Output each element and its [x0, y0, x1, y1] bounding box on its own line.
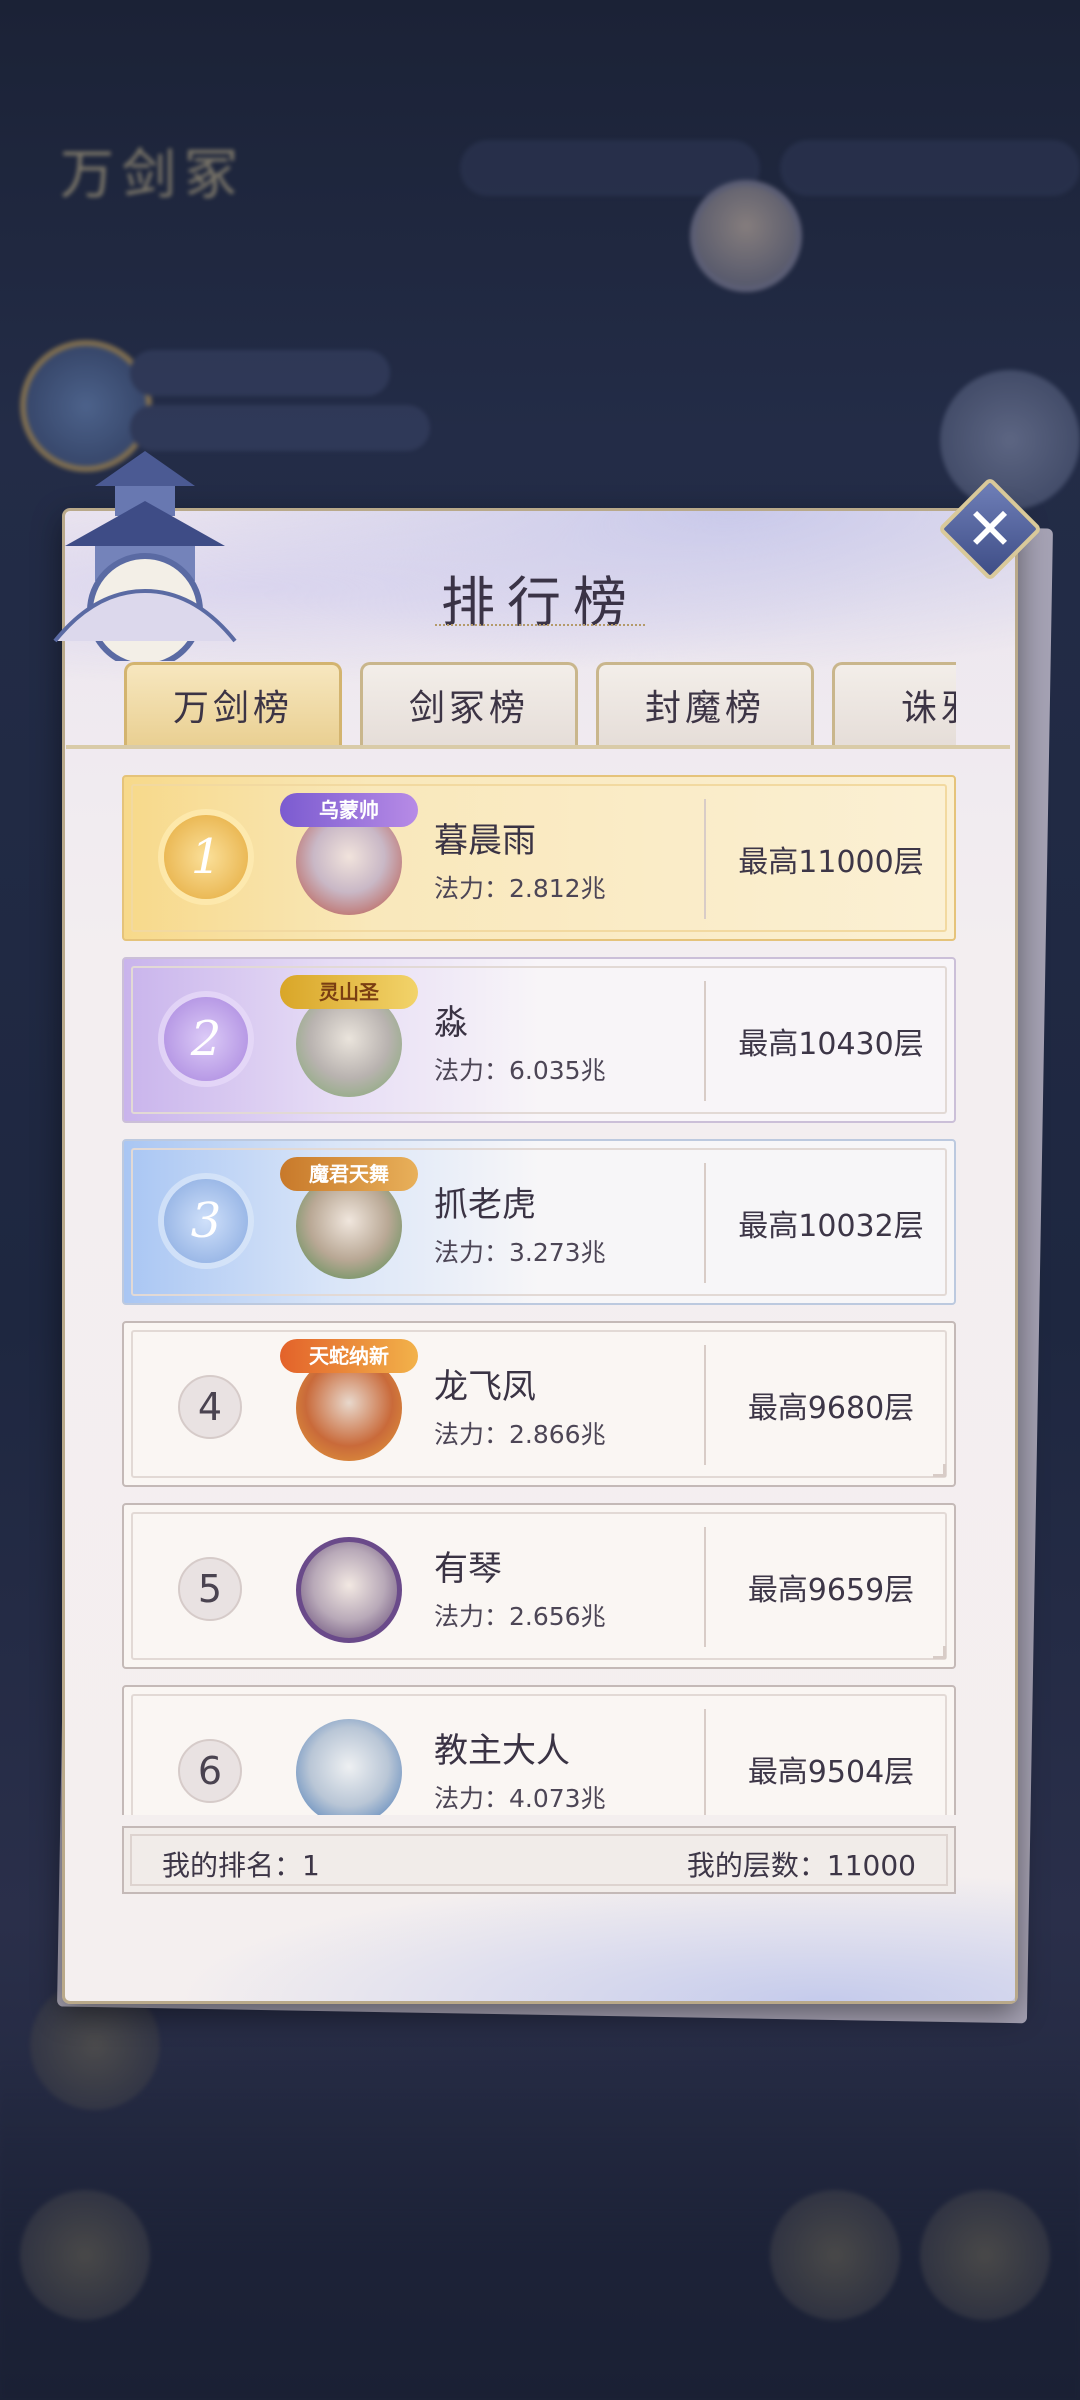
ranking-row[interactable]: 6 教主大人 法力：4.073兆 最高9504层: [122, 1685, 956, 1815]
player-power: 法力：4.073兆: [434, 1784, 606, 1813]
best-floor: 最高10430层: [738, 1027, 924, 1062]
avatar-frame-title: 灵山圣: [280, 975, 418, 1009]
avatar[interactable]: 天蛇纳新: [280, 1339, 418, 1471]
tab-fengmo[interactable]: 封魔榜: [596, 662, 814, 747]
avatar[interactable]: 魔君天舞: [280, 1157, 418, 1289]
title-ornament: [435, 624, 645, 634]
player-name: 有琴: [434, 1549, 502, 1589]
background-bottom-bar: [0, 2060, 1080, 2400]
ranking-row[interactable]: 2 灵山圣 淼 法力：6.035兆 最高10430层: [122, 957, 956, 1123]
background-player-avatar: [690, 180, 802, 292]
tab-underline: [66, 745, 1010, 749]
avatar[interactable]: 灵山圣: [280, 975, 418, 1107]
best-floor: 最高9680层: [747, 1391, 915, 1426]
avatar-frame-title: 魔君天舞: [280, 1157, 418, 1191]
best-floor: 最高9659层: [747, 1573, 915, 1608]
background-title: 万剑冢: [60, 143, 246, 206]
row-divider: [704, 1527, 706, 1647]
my-ranking-bar: 我的排名：1 我的层数：11000: [122, 1826, 956, 1894]
background-menu-icon: [770, 2190, 900, 2320]
row-divider: [704, 1345, 706, 1465]
background-resource-pill: [780, 140, 1080, 196]
tab-wanjian[interactable]: 万剑榜: [124, 662, 342, 747]
background-back-icon: [20, 2190, 150, 2320]
tab-zhuxie[interactable]: 诛邪: [832, 662, 956, 747]
background-resource-pill: [460, 140, 760, 196]
rank-number: 5: [178, 1557, 242, 1621]
my-floor-label: 我的层数：11000: [686, 1849, 916, 1882]
ranking-row[interactable]: 1 乌蒙帅 暮晨雨 法力：2.812兆 最高11000层: [122, 775, 956, 941]
avatar[interactable]: 乌蒙帅: [280, 793, 418, 925]
player-name: 教主大人: [434, 1731, 570, 1771]
rank-medal-gold: 1: [164, 815, 248, 899]
avatar-face: [296, 1537, 402, 1643]
player-power: 法力：2.812兆: [434, 874, 606, 903]
ranking-row[interactable]: 3 魔君天舞 抓老虎 法力：3.273兆 最高10032层: [122, 1139, 956, 1305]
best-floor: 最高11000层: [738, 845, 924, 880]
player-name: 暮晨雨: [434, 821, 536, 861]
rank-number: 6: [178, 1739, 242, 1803]
player-power: 法力：3.273兆: [434, 1238, 606, 1267]
ranking-row[interactable]: 4 天蛇纳新 龙飞凤 法力：2.866兆 最高9680层: [122, 1321, 956, 1487]
avatar-face: [296, 1719, 402, 1815]
close-icon: ✕: [965, 495, 1015, 563]
player-power: 法力：2.866兆: [434, 1420, 606, 1449]
background-menu-icon: [920, 2190, 1050, 2320]
tab-jianzhong[interactable]: 剑冢榜: [360, 662, 578, 747]
avatar-frame-title: 天蛇纳新: [280, 1339, 418, 1373]
row-corner-ornament: [933, 1646, 946, 1659]
row-divider: [704, 1163, 706, 1283]
player-name: 淼: [434, 1003, 468, 1043]
avatar[interactable]: [284, 1705, 414, 1815]
row-corner-ornament: [933, 1464, 946, 1477]
row-divider: [704, 1709, 706, 1815]
best-floor: 最高10032层: [738, 1209, 924, 1244]
rank-medal-bronze: 3: [164, 1179, 248, 1263]
row-divider: [704, 981, 706, 1101]
best-floor: 最高9504层: [747, 1755, 915, 1790]
avatar-frame-title: 乌蒙帅: [280, 793, 418, 827]
rank-number: 4: [178, 1375, 242, 1439]
ranking-list[interactable]: 1 乌蒙帅 暮晨雨 法力：2.812兆 最高11000层 2 灵山圣 淼 法力：…: [122, 775, 958, 1815]
row-divider: [704, 799, 706, 919]
player-name: 抓老虎: [434, 1185, 536, 1225]
background-info-strip: [130, 350, 390, 396]
background-side-button: [940, 370, 1080, 510]
rank-medal-silver: 2: [164, 997, 248, 1081]
player-power: 法力：6.035兆: [434, 1056, 606, 1085]
player-name: 龙飞凤: [434, 1367, 536, 1407]
player-power: 法力：2.656兆: [434, 1602, 606, 1631]
ranking-row[interactable]: 5 有琴 法力：2.656兆 最高9659层: [122, 1503, 956, 1669]
avatar[interactable]: [284, 1523, 414, 1653]
my-rank-label: 我的排名：1: [162, 1849, 320, 1882]
leaderboard-tabs: 万剑榜 剑冢榜 封魔榜 诛邪: [124, 662, 956, 747]
